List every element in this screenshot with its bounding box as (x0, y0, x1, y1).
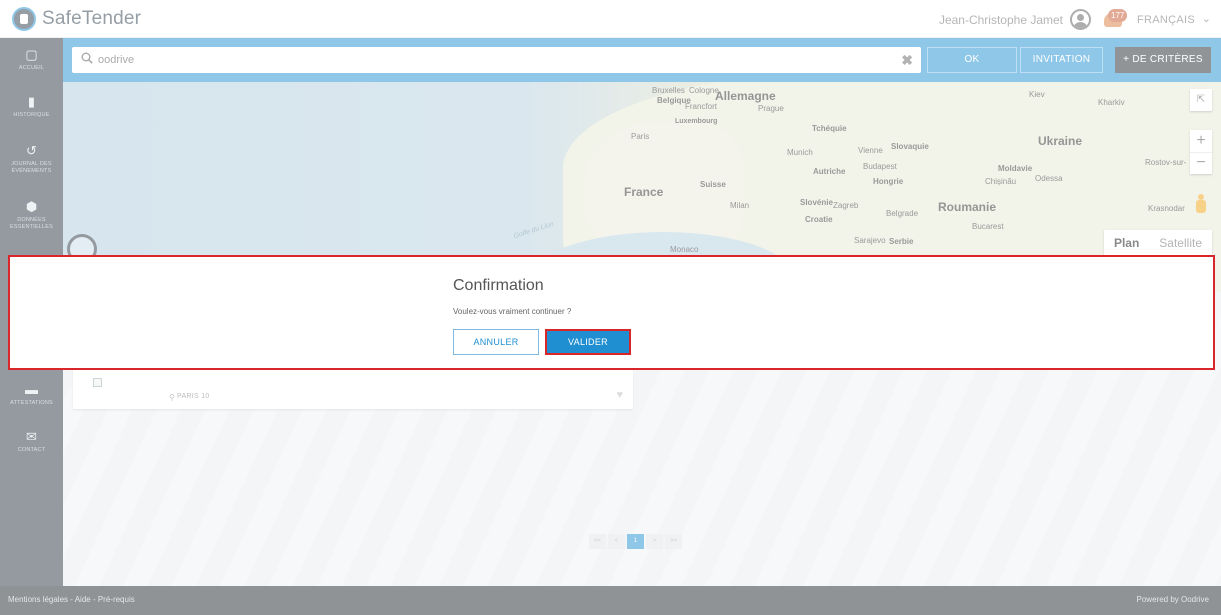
confirmation-dialog: Confirmation Voulez-vous vraiment contin… (8, 255, 1215, 370)
validate-button[interactable]: VALIDER (545, 329, 631, 355)
dialog-title: Confirmation (453, 277, 544, 294)
cancel-button[interactable]: ANNULER (453, 329, 539, 355)
dialog-message: Voulez-vous vraiment continuer ? (453, 307, 572, 316)
